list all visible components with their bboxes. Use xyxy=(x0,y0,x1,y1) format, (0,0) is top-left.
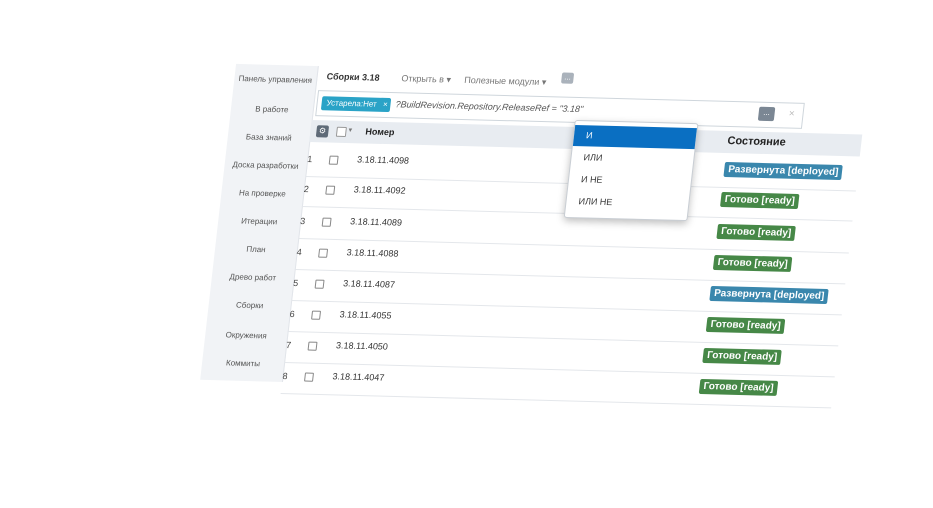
row-index: 1 xyxy=(306,154,313,165)
sidebar-item-dashboard[interactable]: Панель управления xyxy=(234,74,317,85)
sidebar-item-builds[interactable]: Сборки xyxy=(208,300,291,311)
sidebar-item-review[interactable]: На проверке xyxy=(221,188,304,199)
sidebar-item-plan[interactable]: План xyxy=(215,244,298,255)
row-index: 3 xyxy=(299,216,306,227)
build-number[interactable]: 3.18.11.4050 xyxy=(336,340,389,351)
sidebar-item-knowledge-base[interactable]: База знаний xyxy=(227,132,310,143)
build-number[interactable]: 3.18.11.4047 xyxy=(332,371,385,382)
app-window: Панель управления В работе База знаний Д… xyxy=(0,0,933,508)
row-checkbox[interactable] xyxy=(328,155,339,165)
chevron-down-icon[interactable]: ▾ xyxy=(348,126,352,134)
query-input[interactable]: ?BuildRevision.Repository.ReleaseRef = "… xyxy=(395,99,584,114)
row-index: 2 xyxy=(303,184,310,195)
build-number[interactable]: 3.18.11.4055 xyxy=(339,309,392,320)
row-index: 4 xyxy=(296,246,303,258)
build-number[interactable]: 3.18.11.4089 xyxy=(350,216,403,227)
build-number[interactable]: 3.18.11.4088 xyxy=(346,247,399,258)
status-badge: Готово [ready] xyxy=(698,378,779,396)
sidebar-item-work-tree[interactable]: Древо работ xyxy=(211,272,294,283)
column-state[interactable]: Состояние xyxy=(727,135,787,149)
row-index: 8 xyxy=(282,370,289,382)
row-checkbox[interactable] xyxy=(321,217,332,227)
sidebar-item-iterations[interactable]: Итерации xyxy=(218,216,301,227)
row-index: 5 xyxy=(292,277,299,289)
build-number[interactable]: 3.18.11.4087 xyxy=(343,278,396,289)
useful-modules-menu[interactable]: Полезные модули ▾ xyxy=(464,75,547,88)
row-checkbox[interactable] xyxy=(325,185,336,195)
operator-dropdown: И ИЛИ И НЕ ИЛИ НЕ xyxy=(563,119,699,222)
operator-and[interactable]: И xyxy=(572,124,697,150)
status-badge: Готово [ready] xyxy=(719,191,800,209)
more-actions-button[interactable]: ... xyxy=(560,72,575,84)
open-in-menu[interactable]: Открыть в ▾ xyxy=(401,73,452,85)
sidebar-item-commits[interactable]: Коммиты xyxy=(202,358,285,369)
sidebar-item-environments[interactable]: Окружения xyxy=(205,330,288,341)
row-checkbox[interactable] xyxy=(314,279,325,289)
status-badge: Готово [ready] xyxy=(716,223,797,241)
operator-and-not[interactable]: И НЕ xyxy=(568,169,692,193)
build-number[interactable]: 3.18.11.4098 xyxy=(357,154,410,165)
build-number[interactable]: 3.18.11.4092 xyxy=(353,184,406,195)
filter-more-button[interactable]: ... xyxy=(757,106,776,122)
gear-icon[interactable]: ⚙ xyxy=(315,125,330,138)
row-checkbox[interactable] xyxy=(307,341,318,351)
page-title: Сборки 3.18 xyxy=(326,71,381,83)
filter-chip-label: Устарела:Нет xyxy=(326,98,378,109)
column-number[interactable]: Номер xyxy=(365,126,395,137)
operator-or[interactable]: ИЛИ xyxy=(570,147,694,171)
close-icon[interactable]: × xyxy=(788,109,795,120)
status-badge: Готово [ready] xyxy=(705,316,786,334)
row-checkbox[interactable] xyxy=(318,248,329,258)
sidebar-item-dev-board[interactable]: Доска разработки xyxy=(224,160,307,171)
status-badge: Готово [ready] xyxy=(702,347,782,365)
row-index: 6 xyxy=(289,308,296,320)
status-badge: Развернута [deployed] xyxy=(709,285,830,305)
row-index: 7 xyxy=(285,339,292,351)
row-checkbox[interactable] xyxy=(304,372,315,382)
status-badge: Развернута [deployed] xyxy=(723,161,844,181)
filter-chip[interactable]: Устарела:Нет × xyxy=(320,96,392,113)
status-badge: Готово [ready] xyxy=(712,254,793,272)
chip-close-icon[interactable]: × xyxy=(382,98,389,112)
sidebar-item-in-progress[interactable]: В работе xyxy=(231,104,314,115)
select-all-checkbox[interactable] xyxy=(335,126,347,137)
row-checkbox[interactable] xyxy=(311,310,322,320)
operator-or-not[interactable]: ИЛИ НЕ xyxy=(565,191,689,215)
